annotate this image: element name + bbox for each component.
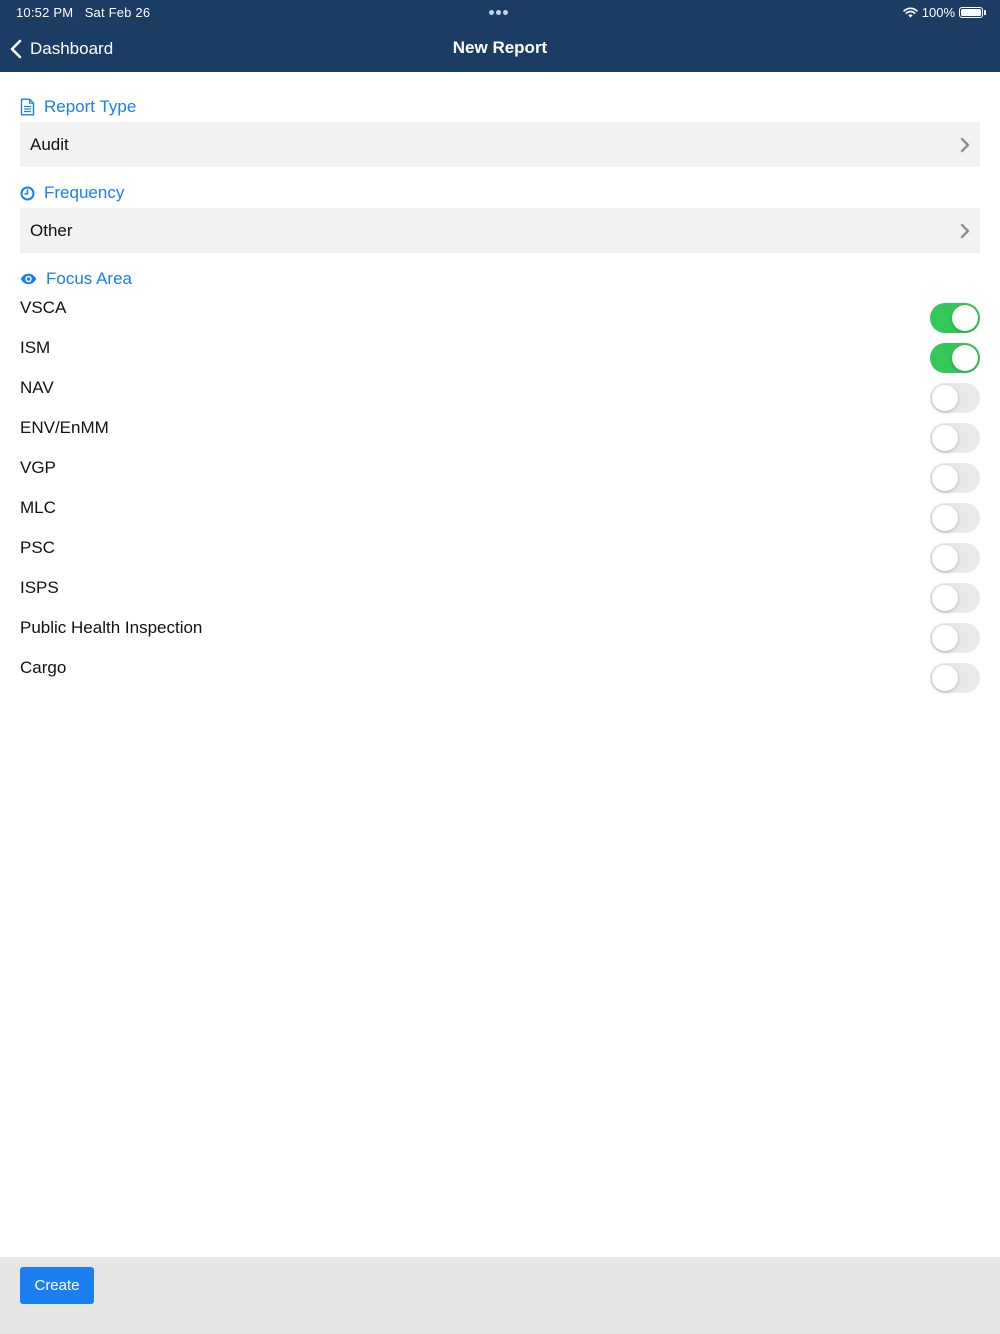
focus-item-cargo: Cargo <box>20 658 980 698</box>
focus-item-label: ENV/EnMM <box>20 418 109 437</box>
status-date: Sat Feb 26 <box>84 5 151 20</box>
focus-item-label: NAV <box>20 378 54 397</box>
frequency-select[interactable]: Other <box>20 208 980 253</box>
toggle-env-enmm[interactable] <box>930 423 980 453</box>
report-type-header: Report Type <box>20 96 136 118</box>
focus-item-label: VGP <box>20 458 56 477</box>
toggle-psc[interactable] <box>930 543 980 573</box>
battery-icon <box>959 6 983 18</box>
focus-item-label: Public Health Inspection <box>20 618 203 637</box>
focus-item-env-enmm: ENV/EnMM <box>20 418 980 458</box>
nav-bar: Dashboard New Report <box>0 24 1000 72</box>
focus-item-vgp: VGP <box>20 458 980 498</box>
document-icon <box>20 98 35 116</box>
toggle-vsca[interactable] <box>930 303 980 333</box>
toggle-public-health-inspection[interactable] <box>930 623 980 653</box>
focus-item-label: VSCA <box>20 298 67 317</box>
clock-icon <box>20 186 35 200</box>
wifi-icon <box>903 6 918 17</box>
toggle-mlc[interactable] <box>930 503 980 533</box>
focus-item-isps: ISPS <box>20 578 980 618</box>
toggle-nav[interactable] <box>930 383 980 413</box>
toggle-vgp[interactable] <box>930 463 980 493</box>
status-time: 10:52 PM Sat Feb 26 <box>16 5 150 20</box>
chevron-right-icon <box>960 137 970 153</box>
toggle-ism[interactable] <box>930 343 980 373</box>
focus-item-ism: ISM <box>20 338 980 378</box>
status-indicators: 100% <box>903 4 986 20</box>
focus-item-label: ISM <box>20 338 51 357</box>
focus-item-label: PSC <box>20 538 55 557</box>
battery-tip <box>984 9 986 15</box>
focus-item-nav: NAV <box>20 378 980 418</box>
header: 10:52 PM Sat Feb 26 100% Dashboard New R… <box>0 0 1000 72</box>
report-type-select[interactable]: Audit <box>20 122 980 167</box>
focus-item-mlc: MLC <box>20 498 980 538</box>
footer-toolbar: Create <box>0 1257 1000 1334</box>
status-bar: 10:52 PM Sat Feb 26 100% <box>0 0 1000 24</box>
focus-item-psc: PSC <box>20 538 980 578</box>
status-clock: 10:52 PM <box>16 5 74 20</box>
frequency-header: Frequency <box>20 182 124 204</box>
page-title: New Report <box>452 38 548 57</box>
create-button[interactable]: Create <box>20 1267 94 1304</box>
multitasking-dots-icon[interactable] <box>489 10 511 15</box>
focus-item-label: ISPS <box>20 578 59 597</box>
focus-area-label: Focus Area <box>46 269 132 288</box>
battery-percent: 100% <box>921 4 955 20</box>
toggle-cargo[interactable] <box>930 663 980 693</box>
focus-item-public-health-inspection: Public Health Inspection <box>20 618 980 658</box>
frequency-label: Frequency <box>44 183 125 202</box>
toggle-isps[interactable] <box>930 583 980 613</box>
report-type-value: Audit <box>30 134 69 154</box>
report-type-label: Report Type <box>44 97 137 116</box>
focus-item-label: MLC <box>20 498 56 517</box>
focus-item-vsca: VSCA <box>20 298 980 338</box>
focus-area-header: Focus Area <box>20 268 132 290</box>
app: 10:52 PM Sat Feb 26 100% Dashboard New R… <box>0 0 1000 1334</box>
eye-icon <box>20 273 37 285</box>
focus-item-label: Cargo <box>20 658 67 677</box>
frequency-value: Other <box>30 220 73 240</box>
chevron-right-icon <box>960 223 970 239</box>
